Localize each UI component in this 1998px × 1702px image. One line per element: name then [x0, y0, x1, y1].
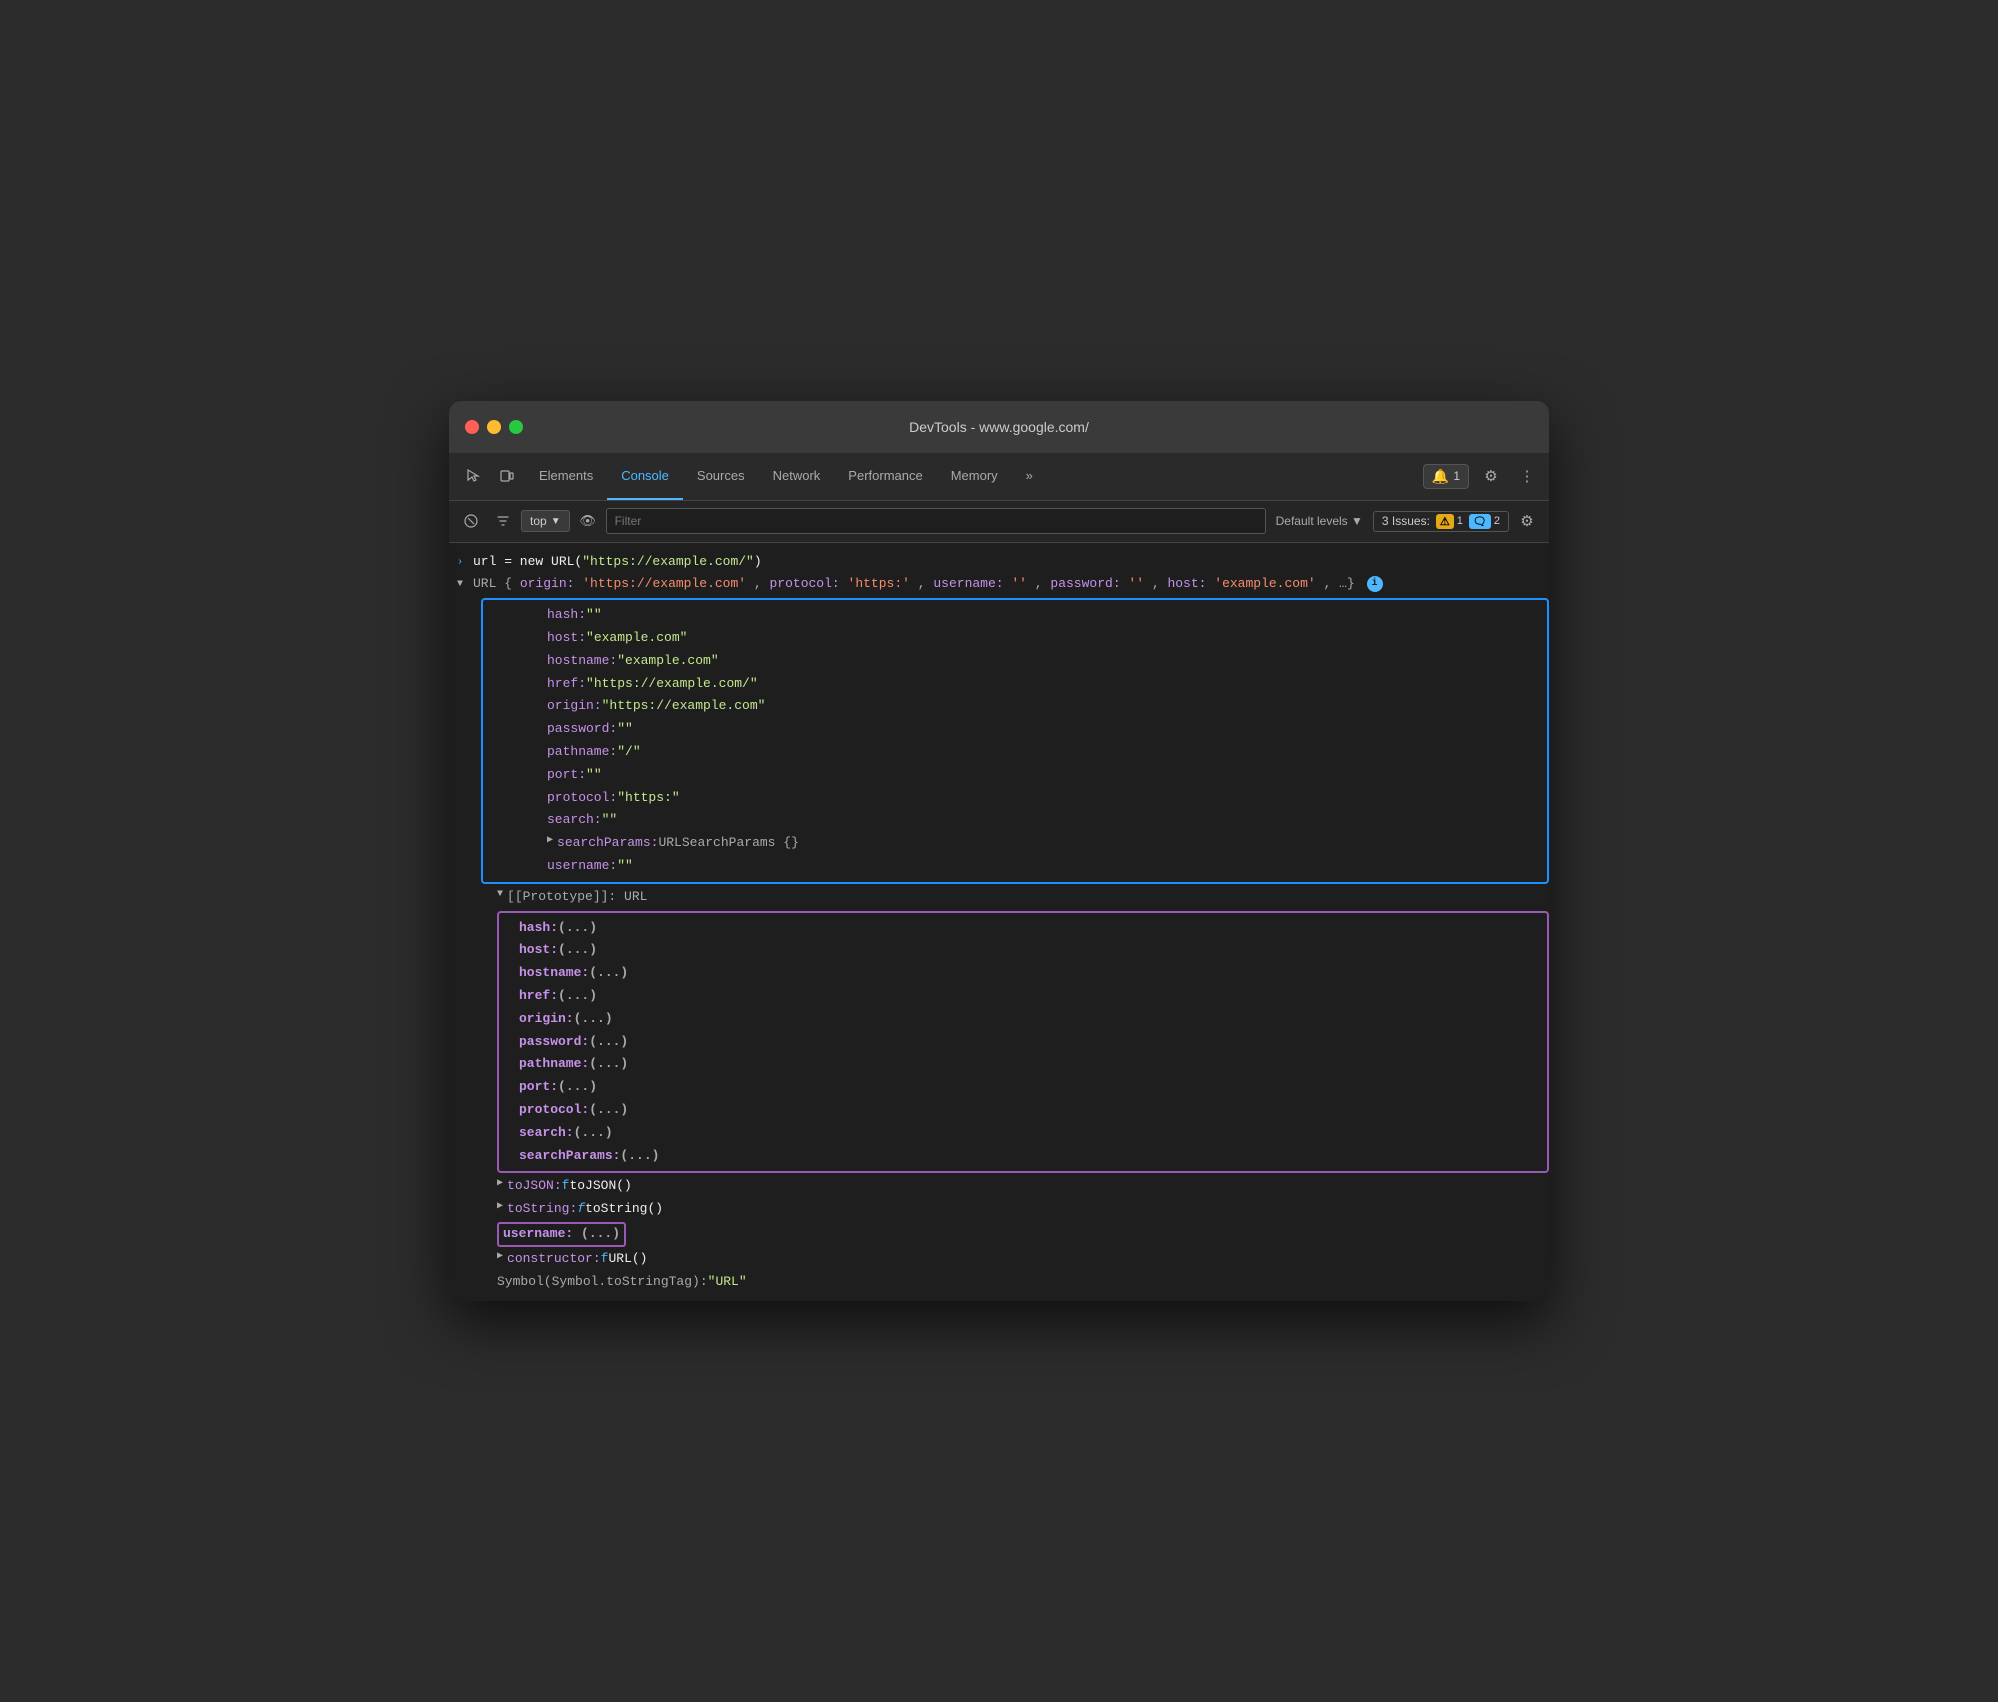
devtools-window: DevTools - www.google.com/ Elements Cons…: [449, 401, 1549, 1302]
proto-origin: origin: (...): [499, 1008, 1547, 1031]
url-object-line: ▼ URL { origin: 'https://example.com' , …: [449, 573, 1549, 596]
tostring-toggle[interactable]: ▶: [497, 1199, 503, 1215]
tab-more[interactable]: »: [1012, 453, 1047, 500]
maximize-button[interactable]: [509, 420, 523, 434]
info-badge: 🗨 2: [1469, 514, 1500, 529]
console-input-line: › url = new URL("https://example.com/"): [449, 551, 1549, 574]
tostring-line: ▶ toString: f toString(): [449, 1198, 1549, 1221]
proto-protocol: protocol: (...): [499, 1099, 1547, 1122]
settings-icon[interactable]: ⚙: [1477, 462, 1505, 490]
tab-console[interactable]: Console: [607, 453, 683, 500]
filter-icon[interactable]: [489, 507, 517, 535]
prop-host: host: "example.com": [483, 627, 1547, 650]
searchparams-toggle[interactable]: ▶: [547, 833, 553, 849]
window-title: DevTools - www.google.com/: [909, 419, 1089, 435]
prop-password: password: "": [483, 718, 1547, 741]
prop-port: port: "": [483, 764, 1547, 787]
traffic-lights: [465, 420, 523, 434]
tab-sources[interactable]: Sources: [683, 453, 759, 500]
context-selector[interactable]: top ▼: [521, 510, 570, 532]
prop-hostname: hostname: "example.com": [483, 650, 1547, 673]
input-arrow: ›: [457, 555, 463, 571]
prototype-toggle[interactable]: ▼: [497, 887, 503, 903]
symbol-line: Symbol(Symbol.toStringTag): "URL": [449, 1271, 1549, 1294]
console-content: › url = new URL("https://example.com/") …: [449, 543, 1549, 1302]
collapse-arrow[interactable]: ▼: [457, 577, 463, 593]
device-toggle-icon[interactable]: [491, 460, 523, 492]
eye-icon[interactable]: 👁: [574, 507, 602, 535]
warn-badge: ⚠ 1: [1436, 514, 1463, 529]
username-proto-line: username: (...): [449, 1221, 1549, 1248]
minimize-button[interactable]: [487, 420, 501, 434]
proto-hostname: hostname: (...): [499, 962, 1547, 985]
proto-password: password: (...): [499, 1031, 1547, 1054]
tab-performance[interactable]: Performance: [834, 453, 936, 500]
chevron-down-icon: ▼: [551, 516, 561, 527]
proto-hash: hash: (...): [499, 917, 1547, 940]
info-badge-icon: i: [1367, 576, 1383, 592]
prop-search: search: "": [483, 809, 1547, 832]
inspect-icon[interactable]: [457, 460, 489, 492]
tojson-line: ▶ toJSON: f toJSON(): [449, 1175, 1549, 1198]
levels-button[interactable]: Default levels ▼: [1270, 511, 1369, 531]
proto-search: search: (...): [499, 1122, 1547, 1145]
close-button[interactable]: [465, 420, 479, 434]
constructor-line: ▶ constructor: f URL(): [449, 1248, 1549, 1271]
issues-badge-btn[interactable]: 🔔 1: [1423, 464, 1469, 489]
prototype-line: ▼ [[Prototype]]: URL: [449, 886, 1549, 909]
title-bar: DevTools - www.google.com/: [449, 401, 1549, 453]
prop-searchparams: ▶ searchParams: URLSearchParams {}: [483, 832, 1547, 855]
filter-input[interactable]: [606, 508, 1266, 534]
proto-pathname: pathname: (...): [499, 1053, 1547, 1076]
proto-host: host: (...): [499, 939, 1547, 962]
tab-network[interactable]: Network: [759, 453, 835, 500]
prop-href: href: "https://example.com/": [483, 673, 1547, 696]
url-properties-box: hash: "" host: "example.com" hostname: "…: [481, 598, 1549, 884]
proto-href: href: (...): [499, 985, 1547, 1008]
prop-pathname: pathname: "/": [483, 741, 1547, 764]
tojson-toggle[interactable]: ▶: [497, 1176, 503, 1192]
issues-area: 3 Issues: ⚠ 1 🗨 2: [1373, 511, 1509, 532]
clear-console-icon[interactable]: [457, 507, 485, 535]
tab-memory[interactable]: Memory: [937, 453, 1012, 500]
tab-elements[interactable]: Elements: [525, 453, 607, 500]
constructor-toggle[interactable]: ▶: [497, 1249, 503, 1265]
proto-searchparams: searchParams: (...): [499, 1145, 1547, 1168]
console-settings-icon[interactable]: ⚙: [1513, 507, 1541, 535]
username-highlight-box: username: (...): [497, 1222, 626, 1247]
prop-origin: origin: "https://example.com": [483, 695, 1547, 718]
prop-hash: hash: "": [483, 604, 1547, 627]
prop-username: username: "": [483, 855, 1547, 878]
filter-bar: top ▼ 👁 Default levels ▼ 3 Issues: ⚠ 1 🗨…: [449, 501, 1549, 543]
prop-protocol: protocol: "https:": [483, 787, 1547, 810]
proto-port: port: (...): [499, 1076, 1547, 1099]
prototype-properties-box: hash: (...) host: (...) hostname: (...) …: [497, 911, 1549, 1174]
tabs-bar: Elements Console Sources Network Perform…: [449, 453, 1549, 501]
more-options-icon[interactable]: ⋮: [1513, 462, 1541, 490]
tab-right-icons: 🔔 1 ⚙ ⋮: [1423, 462, 1541, 490]
